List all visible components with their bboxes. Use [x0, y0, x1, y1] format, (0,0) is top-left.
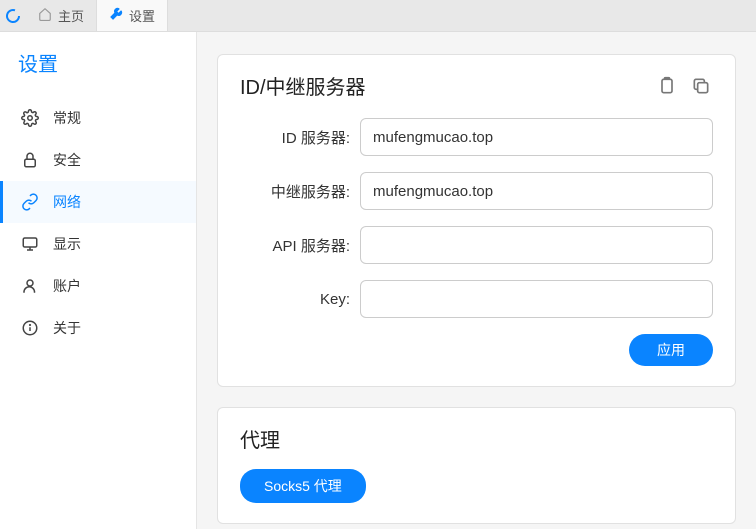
monitor-icon [21, 235, 39, 253]
id-server-input[interactable] [360, 118, 713, 156]
sidebar-item-general[interactable]: 常规 [0, 97, 196, 139]
id-server-label: ID 服务器: [240, 127, 360, 148]
relay-server-input[interactable] [360, 172, 713, 210]
tab-home-label: 主页 [58, 6, 84, 25]
server-card-title: ID/中继服务器 [240, 71, 366, 100]
proxy-card: 代理 Socks5 代理 [217, 407, 736, 524]
socks5-proxy-button[interactable]: Socks5 代理 [240, 469, 366, 503]
sidebar-item-account[interactable]: 账户 [0, 265, 196, 307]
tab-bar: 主页 设置 [0, 0, 756, 32]
sidebar-item-label: 安全 [53, 150, 81, 170]
copy-button[interactable] [689, 74, 713, 98]
sidebar-item-label: 账户 [53, 276, 81, 296]
sidebar-item-label: 网络 [53, 192, 81, 212]
sidebar-item-about[interactable]: 关于 [0, 307, 196, 349]
proxy-card-title: 代理 [240, 424, 713, 453]
sidebar-item-label: 显示 [53, 234, 81, 254]
relay-server-label: 中继服务器: [240, 181, 360, 202]
sidebar-item-label: 关于 [53, 318, 81, 338]
sidebar: 设置 常规 安全 [0, 32, 197, 529]
info-icon [21, 319, 39, 337]
sidebar-item-network[interactable]: 网络 [0, 181, 196, 223]
gear-icon [21, 109, 39, 127]
apply-button[interactable]: 应用 [629, 334, 713, 366]
key-input[interactable] [360, 280, 713, 318]
tab-settings-label: 设置 [129, 6, 155, 25]
app-logo-icon [0, 8, 26, 24]
home-icon [38, 7, 52, 24]
api-server-input[interactable] [360, 226, 713, 264]
sidebar-item-display[interactable]: 显示 [0, 223, 196, 265]
sidebar-item-security[interactable]: 安全 [0, 139, 196, 181]
server-card: ID/中继服务器 [217, 54, 736, 387]
user-icon [21, 277, 39, 295]
sidebar-item-label: 常规 [53, 108, 81, 128]
tab-settings[interactable]: 设置 [96, 0, 168, 31]
wrench-icon [109, 7, 123, 24]
lock-icon [21, 151, 39, 169]
tab-home[interactable]: 主页 [26, 0, 96, 31]
link-icon [21, 193, 39, 211]
paste-button[interactable] [655, 74, 679, 98]
api-server-label: API 服务器: [240, 235, 360, 256]
sidebar-title: 设置 [0, 32, 196, 97]
content-area: ID/中继服务器 [197, 32, 756, 529]
key-label: Key: [240, 291, 360, 308]
